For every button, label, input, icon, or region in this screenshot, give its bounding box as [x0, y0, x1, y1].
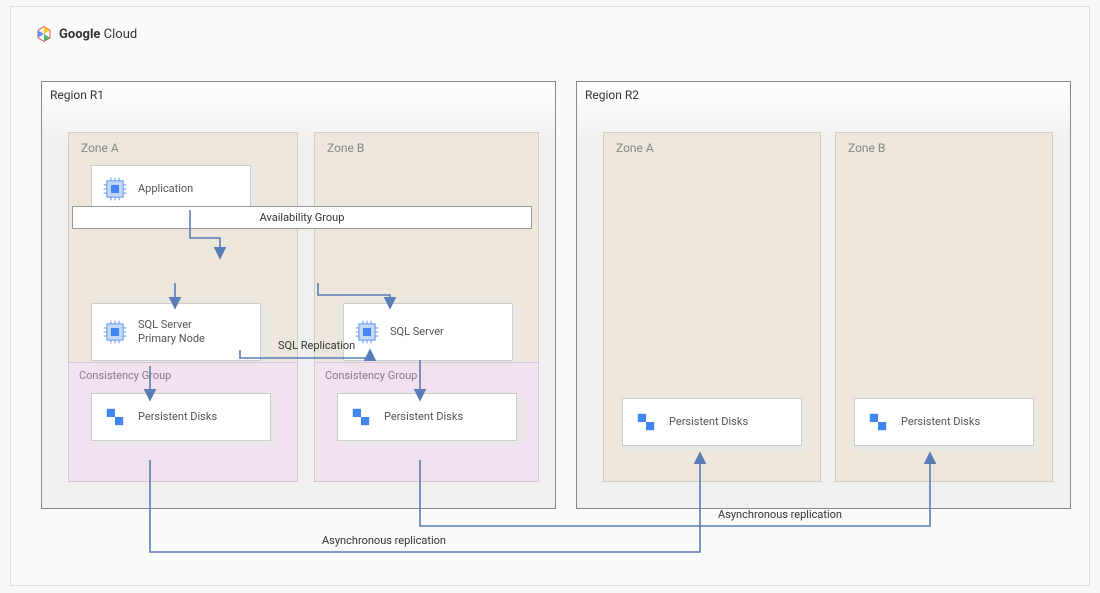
sql-primary-label: SQL Server Primary Node [138, 318, 205, 347]
region-r1: Region R1 Zone A Application [41, 81, 556, 509]
r1b-consistency-label: Consistency Group [325, 369, 417, 382]
r2-zone-a-label: Zone A [616, 141, 654, 155]
r1a-consistency-label: Consistency Group [79, 369, 171, 382]
r1-zone-a: Zone A Application [68, 132, 298, 482]
r1a-pd-label: Persistent Disks [138, 410, 217, 424]
r1-zone-b: Zone B SQL Server Consistency Group [314, 132, 539, 482]
persistent-disk-icon [633, 409, 659, 435]
r1b-pd-label: Persistent Disks [384, 410, 463, 424]
availability-group-bar: Availability Group [72, 206, 532, 229]
r2-zone-b: Zone B Persistent Disks [835, 132, 1053, 482]
region-r1-label: Region R1 [50, 88, 104, 102]
persistent-disk-icon [102, 404, 128, 430]
r1b-consistency-group: Consistency Group Persistent Disks [314, 362, 539, 482]
r1-zone-a-label: Zone A [81, 141, 119, 155]
persistent-disk-icon [865, 409, 891, 435]
region-r2-label: Region R2 [585, 88, 639, 102]
sql-server-b-card: SQL Server [343, 303, 513, 361]
diagram-frame: Google Cloud Region R1 Zone A Applicatio… [10, 6, 1090, 586]
gcp-header: Google Cloud [35, 25, 137, 43]
sql-replication-label: SQL Replication [278, 339, 355, 352]
region-r2: Region R2 Zone A Persistent Disks Zone B [576, 81, 1071, 509]
r2-zone-b-label: Zone B [848, 141, 885, 155]
r2a-pd-card: Persistent Disks [622, 398, 802, 446]
r2b-pd-label: Persistent Disks [901, 415, 980, 429]
gcp-logo-icon [35, 25, 53, 43]
r1-zone-b-label: Zone B [327, 141, 364, 155]
r2a-pd-label: Persistent Disks [669, 415, 748, 429]
compute-icon [102, 319, 128, 345]
persistent-disk-icon [348, 404, 374, 430]
compute-icon [354, 319, 380, 345]
header-title: Google Cloud [59, 27, 137, 42]
r1b-pd-card: Persistent Disks [337, 393, 517, 441]
sql-primary-card: SQL Server Primary Node [91, 303, 261, 361]
r1a-consistency-group: Consistency Group Persistent Disks [68, 362, 298, 482]
r2b-pd-card: Persistent Disks [854, 398, 1034, 446]
async-rep-2-label: Asynchronous replication [322, 534, 446, 547]
compute-icon [102, 176, 128, 202]
r2-zone-a: Zone A Persistent Disks [603, 132, 821, 482]
sql-server-b-label: SQL Server [390, 325, 444, 339]
async-rep-1-label: Asynchronous replication [718, 508, 842, 521]
application-label: Application [138, 182, 193, 196]
r1a-pd-card: Persistent Disks [91, 393, 271, 441]
